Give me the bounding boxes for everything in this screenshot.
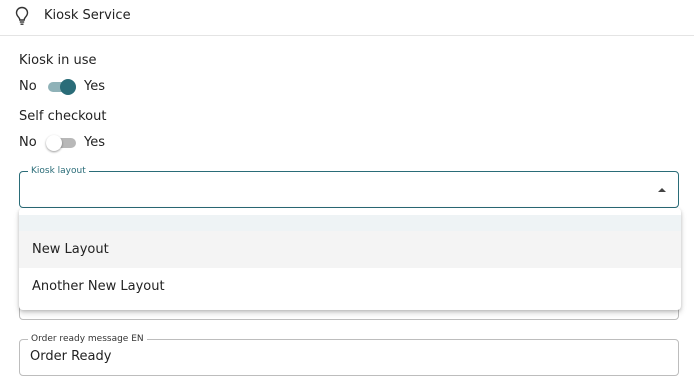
kiosk-layout-menu: New Layout Another New Layout <box>19 208 681 310</box>
kiosk-in-use-label: Kiosk in use <box>19 53 97 68</box>
self-checkout-label: Self checkout <box>19 109 107 124</box>
self-checkout-yes-label: Yes <box>84 135 105 150</box>
menu-option-empty[interactable] <box>19 215 681 231</box>
self-checkout-no-label: No <box>19 135 37 150</box>
toggle-thumb <box>46 135 62 151</box>
kiosk-in-use-yes-label: Yes <box>84 79 105 94</box>
dropdown-caret-icon[interactable] <box>658 188 666 192</box>
section-header: Kiosk Service <box>0 0 694 36</box>
toggle-thumb <box>60 79 76 95</box>
kiosk-layout-select[interactable]: Kiosk layout <box>19 165 679 208</box>
order-ready-message-legend: Order ready message EN <box>28 333 147 345</box>
order-ready-message-field[interactable]: Order ready message EN Order Ready <box>19 333 679 376</box>
kiosk-in-use-toggle[interactable] <box>46 77 78 97</box>
kiosk-in-use-no-label: No <box>19 79 37 94</box>
lightbulb-icon <box>15 6 29 25</box>
order-ready-message-value[interactable]: Order Ready <box>30 349 111 364</box>
menu-option-another-new-layout[interactable]: Another New Layout <box>19 268 681 305</box>
menu-option-new-layout[interactable]: New Layout <box>19 231 681 268</box>
self-checkout-toggle[interactable] <box>46 133 78 153</box>
section-title: Kiosk Service <box>44 8 131 23</box>
kiosk-layout-legend: Kiosk layout <box>28 165 89 177</box>
